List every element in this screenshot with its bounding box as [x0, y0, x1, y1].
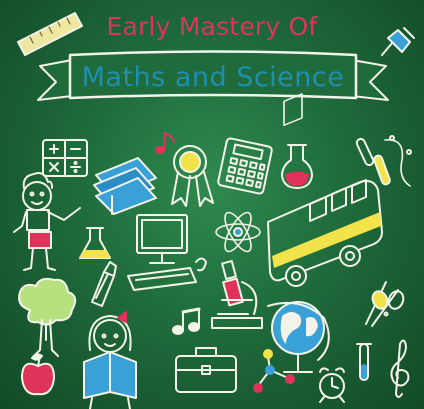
pen-nib-icon	[91, 261, 117, 307]
bus-icon	[267, 93, 383, 287]
tree-icon	[18, 277, 77, 357]
music-notes-icon	[172, 307, 201, 335]
alarm-clock-icon	[319, 367, 345, 403]
poster-title-top: Early Mastery Of	[106, 12, 318, 41]
globe-icon	[267, 301, 330, 373]
test-tube-icon	[356, 343, 372, 381]
apple-icon	[21, 353, 55, 396]
banner-title: Maths and Science	[81, 61, 345, 93]
test-tubes-icon	[355, 135, 412, 187]
chalkboard-poster: Early Mastery Of Maths and Science	[0, 0, 424, 409]
microscope-icon	[211, 259, 263, 329]
girl-reading-icon	[83, 311, 137, 409]
books-icon	[93, 157, 157, 215]
computer-icon	[127, 214, 207, 291]
flask-icon	[281, 144, 313, 189]
boy-icon	[13, 172, 81, 271]
music-note-icon	[155, 132, 175, 154]
briefcase-icon	[175, 347, 237, 393]
calculator-icon	[217, 137, 273, 195]
scissors-icon	[365, 281, 405, 327]
math-symbols-icon	[42, 139, 88, 177]
award-ribbon-icon	[171, 145, 214, 207]
treble-clef-icon	[390, 339, 410, 398]
erlenmeyer-flask-icon	[79, 227, 111, 259]
atom-icon	[215, 211, 261, 253]
